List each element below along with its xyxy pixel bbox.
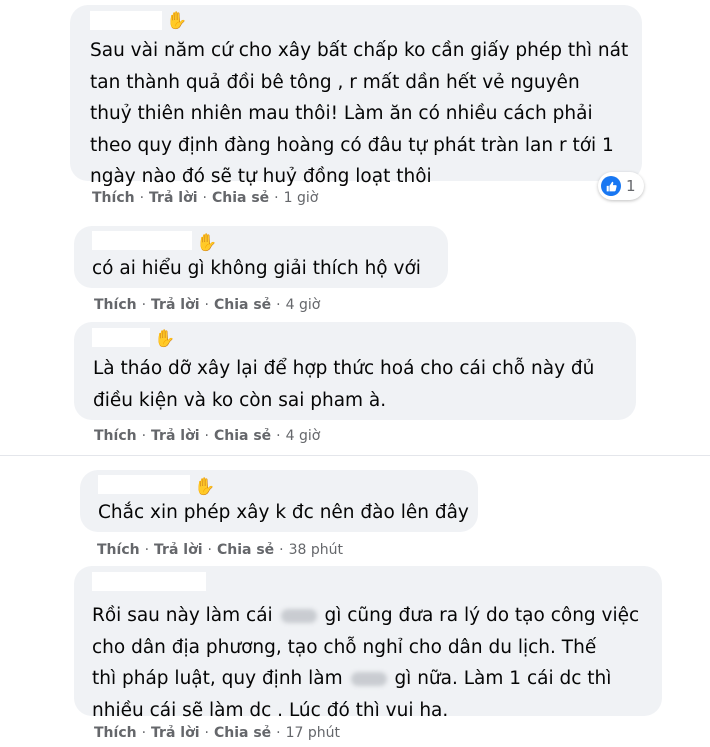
comment-actions: Thích · Trả lời · Chia sẻ · 4 giờ <box>94 428 321 444</box>
timestamp[interactable]: 1 giờ <box>284 190 319 206</box>
reply-button[interactable]: Trả lời <box>151 428 199 444</box>
share-button[interactable]: Chia sẻ <box>212 190 269 206</box>
censored-word <box>350 672 387 686</box>
wave-hand-icon: ✋ <box>196 233 218 253</box>
comment-actions: Thích · Trả lời · Chia sẻ · 17 phút <box>94 725 340 741</box>
timestamp[interactable]: 17 phút <box>286 725 340 741</box>
like-button[interactable]: Thích <box>97 542 140 558</box>
wave-hand-icon: ✋ <box>194 477 216 497</box>
comment-text: có ai hiểu gì không giải thích hộ với <box>92 258 421 279</box>
author-name-redacted[interactable] <box>98 475 190 494</box>
reaction-summary[interactable]: 1 <box>598 172 644 200</box>
comment-actions: Thích · Trả lời · Chia sẻ · 38 phút <box>97 542 343 558</box>
wave-hand-icon: ✋ <box>166 11 188 31</box>
comment-actions: Thích · Trả lời · Chia sẻ · 1 giờ <box>92 190 319 206</box>
like-thumb-icon <box>601 176 621 196</box>
share-button[interactable]: Chia sẻ <box>214 297 271 313</box>
like-button[interactable]: Thích <box>94 725 137 741</box>
reply-button[interactable]: Trả lời <box>151 297 199 313</box>
like-button[interactable]: Thích <box>94 297 137 313</box>
share-button[interactable]: Chia sẻ <box>214 428 271 444</box>
reply-button[interactable]: Trả lời <box>154 542 202 558</box>
author-name-redacted[interactable] <box>90 11 162 30</box>
author-name-redacted[interactable] <box>92 572 206 591</box>
reaction-count: 1 <box>626 177 636 195</box>
share-button[interactable]: Chia sẻ <box>217 542 274 558</box>
reply-button[interactable]: Trả lời <box>151 725 199 741</box>
comment-text: Sau vài năm cứ cho xây bất chấp ko cần g… <box>90 40 629 187</box>
author-name-redacted[interactable] <box>92 231 192 250</box>
wave-hand-icon: ✋ <box>154 329 176 349</box>
timestamp[interactable]: 38 phút <box>289 542 343 558</box>
author-name-redacted[interactable] <box>92 328 150 347</box>
timestamp[interactable]: 4 giờ <box>286 297 321 313</box>
comment-text: Là tháo dỡ xây lại để hợp thức hoá cho c… <box>93 358 595 411</box>
share-button[interactable]: Chia sẻ <box>214 725 271 741</box>
comment-actions: Thích · Trả lời · Chia sẻ · 4 giờ <box>94 297 321 313</box>
like-button[interactable]: Thích <box>92 190 135 206</box>
timestamp[interactable]: 4 giờ <box>286 428 321 444</box>
divider <box>0 455 710 456</box>
reply-button[interactable]: Trả lời <box>149 190 197 206</box>
comment-text: Chắc xin phép xây k đc nên đào lên đây <box>98 502 469 523</box>
comment-text: Rồi sau này làm cái gì cũng đưa ra lý do… <box>92 605 640 721</box>
censored-word <box>280 609 317 623</box>
like-button[interactable]: Thích <box>94 428 137 444</box>
